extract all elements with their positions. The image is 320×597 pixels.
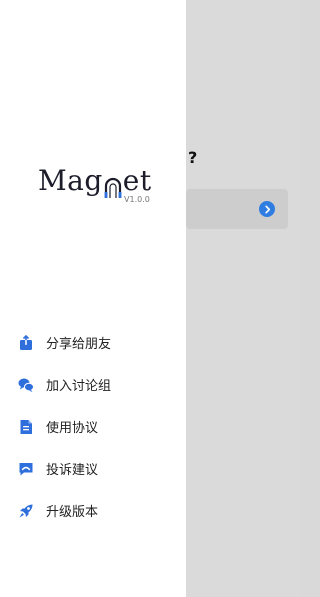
logo-text-left: Mag [38, 164, 103, 197]
menu-item-discussion-group[interactable]: 加入讨论组 [0, 372, 186, 400]
menu-item-label: 升级版本 [46, 505, 99, 520]
document-icon [18, 419, 34, 435]
background-question-mark: ? [188, 148, 198, 167]
menu-item-share[interactable]: 分享给朋友 [0, 330, 186, 358]
menu-item-label: 使用协议 [46, 421, 99, 436]
menu-item-upgrade[interactable]: 升级版本 [0, 498, 186, 526]
app-version: V1.0.0 [124, 195, 150, 204]
menu-item-feedback[interactable]: 投诉建议 [0, 456, 186, 484]
chevron-right-icon[interactable] [259, 201, 275, 217]
app-logo: Mag et V1.0.0 [38, 164, 158, 208]
menu-item-terms[interactable]: 使用协议 [0, 414, 186, 442]
feedback-icon [18, 461, 34, 477]
logo-text-right: et [122, 164, 152, 197]
menu-item-label: 投诉建议 [46, 463, 99, 478]
rocket-icon [18, 503, 34, 519]
chat-bubbles-icon [18, 377, 34, 393]
menu-item-label: 分享给朋友 [46, 337, 112, 352]
share-icon [18, 335, 34, 351]
navigation-drawer: Mag et V1.0.0 分享给朋友 加入讨论组 使用协议 投诉建议 升级版本 [0, 0, 186, 597]
logo-wordmark: Mag et [38, 164, 152, 198]
menu-item-label: 加入讨论组 [46, 379, 112, 394]
magnet-icon [104, 174, 122, 198]
